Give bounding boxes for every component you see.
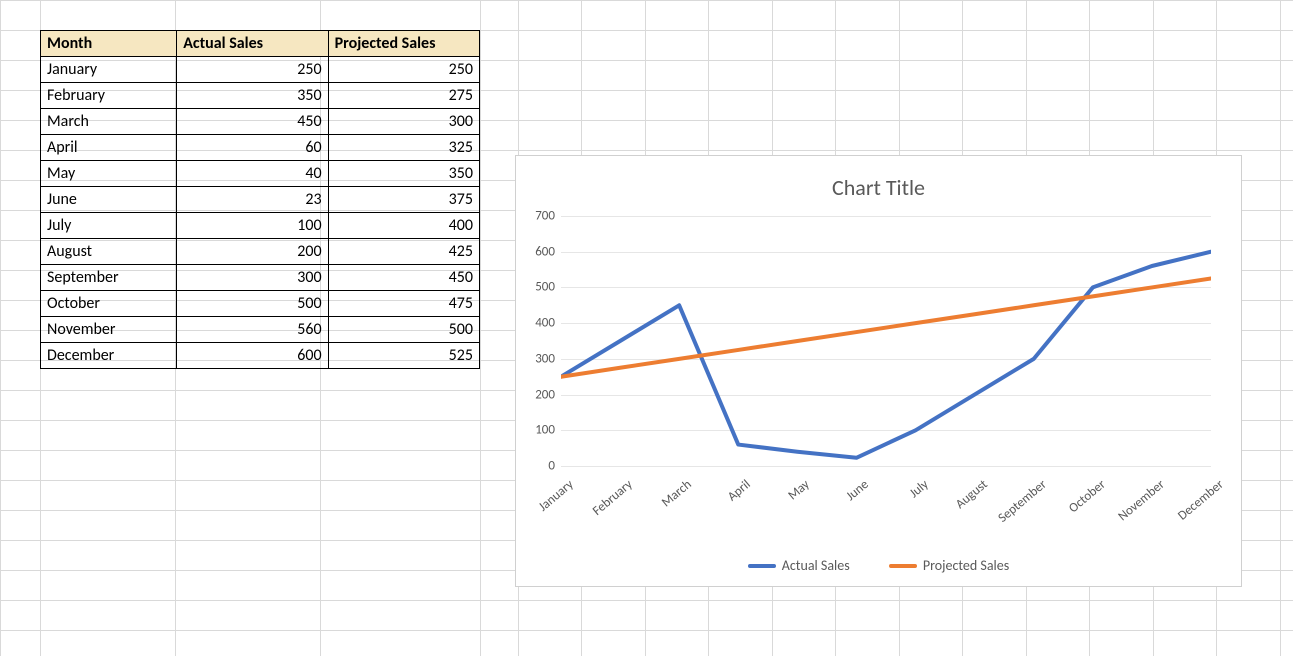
table-row[interactable]: May40350 <box>41 161 480 187</box>
cell-actual[interactable]: 60 <box>177 135 328 161</box>
y-tick-label: 600 <box>515 244 555 259</box>
cell-actual[interactable]: 300 <box>177 265 328 291</box>
cell-month[interactable]: November <box>41 317 177 343</box>
cell-projected[interactable]: 475 <box>328 291 479 317</box>
chart-svg <box>561 216 1211 466</box>
cell-actual[interactable]: 250 <box>177 57 328 83</box>
sales-data-table[interactable]: Month Actual Sales Projected Sales Janua… <box>40 30 480 369</box>
x-tick-label: November <box>1115 477 1167 524</box>
cell-month[interactable]: July <box>41 213 177 239</box>
cell-month[interactable]: September <box>41 265 177 291</box>
table-row[interactable]: October500475 <box>41 291 480 317</box>
cell-actual[interactable]: 200 <box>177 239 328 265</box>
header-projected[interactable]: Projected Sales <box>328 31 479 57</box>
cell-actual[interactable]: 600 <box>177 343 328 369</box>
cell-actual[interactable]: 100 <box>177 213 328 239</box>
cell-month[interactable]: June <box>41 187 177 213</box>
y-tick-label: 400 <box>515 316 555 331</box>
chart-title[interactable]: Chart Title <box>516 174 1241 201</box>
cell-actual[interactable]: 40 <box>177 161 328 187</box>
cell-actual[interactable]: 500 <box>177 291 328 317</box>
table-row[interactable]: June23375 <box>41 187 480 213</box>
table-row[interactable]: July100400 <box>41 213 480 239</box>
y-tick-label: 100 <box>515 423 555 438</box>
cell-month[interactable]: January <box>41 57 177 83</box>
chart-plot-area[interactable] <box>561 216 1211 466</box>
y-axis-ticks: 0100200300400500600700 <box>516 216 561 466</box>
series-line-2[interactable] <box>561 279 1211 377</box>
series-line-1[interactable] <box>561 252 1211 458</box>
y-tick-label: 500 <box>515 280 555 295</box>
x-tick-label: January <box>536 477 577 515</box>
x-tick-label: February <box>590 477 636 519</box>
cell-projected[interactable]: 275 <box>328 83 479 109</box>
spreadsheet-sheet: Month Actual Sales Projected Sales Janua… <box>0 0 1293 656</box>
x-tick-label: August <box>953 477 991 512</box>
legend-swatch-actual <box>748 564 776 568</box>
y-tick-label: 0 <box>515 459 555 474</box>
cell-actual[interactable]: 560 <box>177 317 328 343</box>
x-tick-label: March <box>659 477 695 510</box>
cell-projected[interactable]: 350 <box>328 161 479 187</box>
header-actual[interactable]: Actual Sales <box>177 31 328 57</box>
table-row[interactable]: January250250 <box>41 57 480 83</box>
y-tick-label: 200 <box>515 387 555 402</box>
cell-projected[interactable]: 375 <box>328 187 479 213</box>
legend-label-actual: Actual Sales <box>782 557 850 574</box>
x-tick-label: July <box>906 477 931 501</box>
cell-projected[interactable]: 250 <box>328 57 479 83</box>
cell-projected[interactable]: 450 <box>328 265 479 291</box>
cell-actual[interactable]: 23 <box>177 187 328 213</box>
cell-month[interactable]: December <box>41 343 177 369</box>
cell-actual[interactable]: 450 <box>177 109 328 135</box>
header-month[interactable]: Month <box>41 31 177 57</box>
x-tick-label: September <box>995 477 1049 526</box>
x-tick-label: October <box>1066 477 1109 516</box>
cell-month[interactable]: April <box>41 135 177 161</box>
x-tick-label: May <box>786 477 813 503</box>
cell-projected[interactable]: 300 <box>328 109 479 135</box>
cell-projected[interactable]: 525 <box>328 343 479 369</box>
cell-actual[interactable]: 350 <box>177 83 328 109</box>
chart-container[interactable]: Chart Title 0 100 200 300 400 500 600 700 Janua… <box>515 155 1242 587</box>
legend-swatch-projected <box>889 564 917 568</box>
x-axis-labels: JanuaryFebruaryMarchAprilMayJuneJulyAugu… <box>561 471 1211 531</box>
cell-month[interactable]: February <box>41 83 177 109</box>
cell-month[interactable]: August <box>41 239 177 265</box>
legend-item-actual[interactable]: Actual Sales <box>748 557 850 574</box>
table-row[interactable]: September300450 <box>41 265 480 291</box>
x-tick-label: April <box>725 477 754 504</box>
chart-legend[interactable]: Actual Sales Projected Sales <box>516 555 1241 575</box>
cell-projected[interactable]: 500 <box>328 317 479 343</box>
table-header-row[interactable]: Month Actual Sales Projected Sales <box>41 31 480 57</box>
table-row[interactable]: February350275 <box>41 83 480 109</box>
cell-month[interactable]: May <box>41 161 177 187</box>
cell-month[interactable]: October <box>41 291 177 317</box>
y-tick-label: 700 <box>515 209 555 224</box>
table-row[interactable]: December600525 <box>41 343 480 369</box>
x-tick-label: December <box>1175 477 1227 524</box>
legend-label-projected: Projected Sales <box>923 557 1009 574</box>
table-row[interactable]: March450300 <box>41 109 480 135</box>
cell-projected[interactable]: 400 <box>328 213 479 239</box>
y-tick-label: 300 <box>515 351 555 366</box>
cell-projected[interactable]: 325 <box>328 135 479 161</box>
cell-month[interactable]: March <box>41 109 177 135</box>
x-tick-label: June <box>844 477 872 504</box>
legend-item-projected[interactable]: Projected Sales <box>889 557 1009 574</box>
table-row[interactable]: August200425 <box>41 239 480 265</box>
table-row[interactable]: April60325 <box>41 135 480 161</box>
cell-projected[interactable]: 425 <box>328 239 479 265</box>
table-row[interactable]: November560500 <box>41 317 480 343</box>
